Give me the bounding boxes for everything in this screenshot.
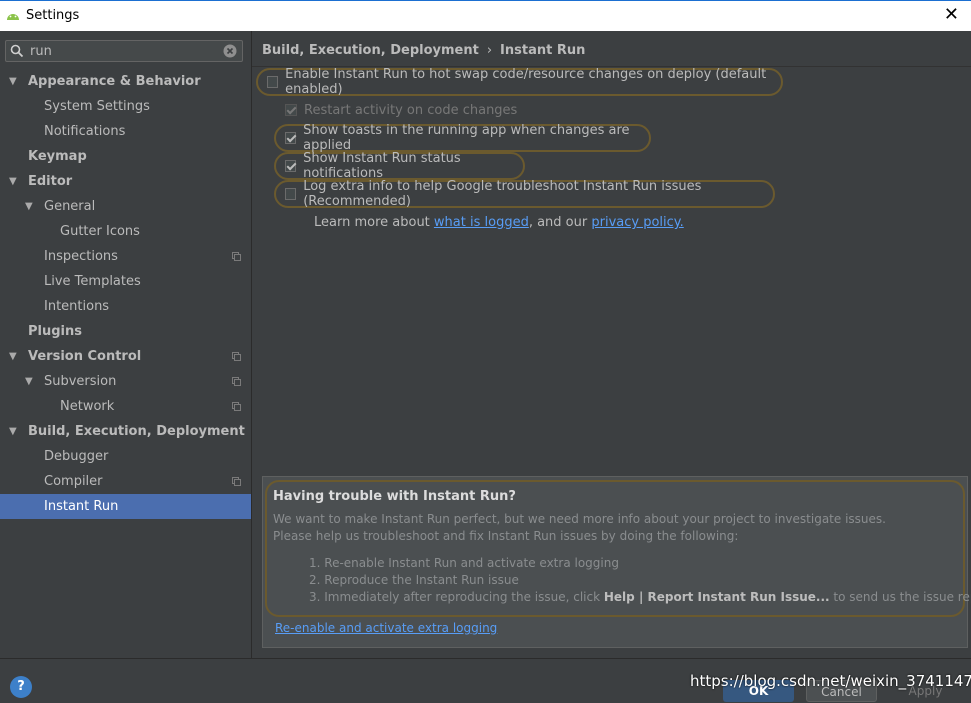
close-icon[interactable]: ✕ [944,5,959,25]
learn-more-text: Learn more about what is logged, and our… [314,215,684,230]
restart-activity-option: Restart activity on code changes [276,96,517,124]
status-notifications-label: Show Instant Run status notifications [303,151,461,181]
breadcrumb-current: Instant Run [500,43,586,58]
tree-item[interactable]: Live Templates [0,269,251,294]
breadcrumb: Build, Execution, Deployment › Instant Run [262,43,585,58]
trouble-step-2: 2. Reproduce the Instant Run issue [309,573,519,587]
tree-item[interactable]: ▼ Version Control [0,344,251,369]
tree-item-label: Editor [28,174,73,189]
search-icon [10,44,24,58]
what-is-logged-link[interactable]: what is logged [434,215,529,230]
project-level-icon [232,252,241,261]
show-toasts-checkbox[interactable] [285,132,297,144]
dialog-footer: ? OK Cancel Apply https://blog.csdn.net/… [0,658,971,702]
tree-item-label: System Settings [44,99,150,114]
tree-item[interactable]: Plugins [0,319,251,344]
trouble-step-3-prefix: 3. Immediately after reproducing the iss… [309,590,604,604]
show-toasts-option[interactable]: Show toasts in the running app when chan… [274,123,651,153]
re-enable-logging-link[interactable]: Re-enable and activate extra logging [275,621,497,635]
tree-item[interactable]: Inspections [0,244,251,269]
trouble-step-3-menu: Help | Report Instant Run Issue... [603,590,830,604]
expand-arrow-icon[interactable]: ▼ [9,69,17,94]
window-title: Settings [26,8,80,23]
tree-item-label: Intentions [44,299,110,314]
breadcrumb-separator: › [486,43,493,58]
tree-item-label: Build, Execution, Deployment [28,424,245,439]
status-notifications-option[interactable]: Show Instant Run status notifications [274,151,525,181]
search-box[interactable] [5,40,243,62]
enable-instant-run-label: Enable Instant Run to hot swap code/reso… [285,67,767,97]
settings-tree: ▼ Appearance & Behavior System Settings Not… [0,69,251,519]
tree-item-label: Live Templates [44,274,141,289]
show-toasts-label: Show toasts in the running app when chan… [303,123,630,153]
project-level-icon [232,377,241,386]
project-level-icon [232,477,241,486]
tree-item[interactable]: Instant Run [0,494,251,519]
watermark: https://blog.csdn.net/weixin_37411471 [690,672,971,690]
enable-instant-run-option[interactable]: Enable Instant Run to hot swap code/reso… [256,67,783,97]
tree-item[interactable]: Network [0,394,251,419]
tree-item[interactable]: Gutter Icons [0,219,251,244]
tree-item[interactable]: ▼ Build, Execution, Deployment [0,419,251,444]
tree-item-label: Network [60,399,115,414]
trouble-step-1: 1. Re-enable Instant Run and activate ex… [309,556,619,570]
tree-item[interactable]: ▼ Subversion [0,369,251,394]
expand-arrow-icon[interactable]: ▼ [25,194,33,219]
expand-arrow-icon[interactable]: ▼ [25,369,33,394]
trouble-line-2: Please help us troubleshoot and fix Inst… [273,529,739,543]
project-level-icon [232,352,241,361]
learn-more-prefix: Learn more about [314,215,434,230]
tree-item-label: Debugger [44,449,109,464]
log-extra-info-checkbox[interactable] [285,188,297,200]
status-notifications-checkbox[interactable] [285,160,297,172]
tree-item-label: Compiler [44,474,103,489]
log-extra-info-option[interactable]: Log extra info to help Google troublesho… [274,179,775,209]
trouble-panel: Having trouble with Instant Run? We want… [262,476,971,648]
tree-item[interactable]: ▼ Editor [0,169,251,194]
tree-item[interactable]: Debugger [0,444,251,469]
tree-item[interactable]: System Settings [0,94,251,119]
tree-item-label: Instant Run [44,499,119,514]
learn-more-middle: , and our [528,215,592,230]
tree-item-label: Subversion [44,374,117,389]
tree-item-label: Notifications [44,124,126,139]
tree-item[interactable]: ▼ Appearance & Behavior [0,69,251,94]
tree-item-label: Plugins [28,324,82,339]
tree-item[interactable]: Notifications [0,119,251,144]
privacy-policy-link[interactable]: privacy policy. [591,215,683,230]
tree-item-label: Inspections [44,249,118,264]
tree-item-label: General [44,199,96,214]
restart-activity-label: Restart activity on code changes [304,102,518,118]
trouble-step-3-suffix: to send us the issue report. [833,590,971,604]
tree-item-label: Appearance & Behavior [28,74,201,89]
trouble-line-1: We want to make Instant Run perfect, but… [273,512,886,526]
search-input[interactable] [30,42,220,60]
trouble-step-3: 3. Immediately after reproducing the iss… [309,590,971,604]
breadcrumb-parent: Build, Execution, Deployment [262,43,479,58]
expand-arrow-icon[interactable]: ▼ [9,169,17,194]
expand-arrow-icon[interactable]: ▼ [9,344,17,369]
expand-arrow-icon[interactable]: ▼ [9,419,17,444]
enable-instant-run-checkbox[interactable] [267,76,279,88]
project-level-icon [232,402,241,411]
tree-item[interactable]: ▼ General [0,194,251,219]
help-icon[interactable]: ? [10,676,32,698]
trouble-heading: Having trouble with Instant Run? [273,489,516,504]
settings-sidebar: ▼ Appearance & Behavior System Settings Not… [0,31,252,658]
tree-item-label: Keymap [28,149,87,164]
tree-item-label: Gutter Icons [60,224,140,239]
tree-item[interactable]: Keymap [0,144,251,169]
tree-item[interactable]: Intentions [0,294,251,319]
clear-search-icon[interactable] [223,44,237,58]
restart-activity-checkbox [285,104,297,116]
tree-item-label: Version Control [28,349,142,364]
android-icon [7,14,19,20]
log-extra-info-label: Log extra info to help Google troublesho… [303,179,702,209]
title-bar: Settings ✕ [0,0,971,31]
settings-content: Build, Execution, Deployment › Instant Run… [252,31,971,658]
tree-item[interactable]: Compiler [0,469,251,494]
